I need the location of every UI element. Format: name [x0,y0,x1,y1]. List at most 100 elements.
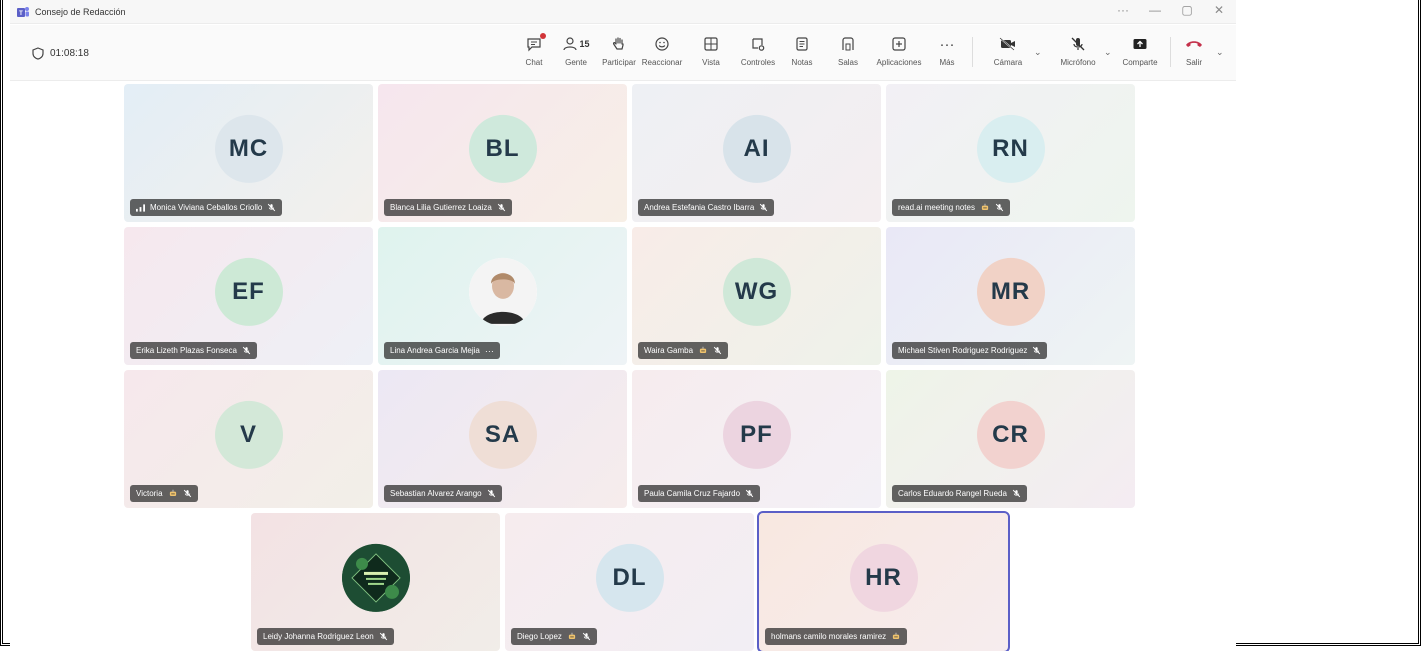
react-button[interactable]: Reaccionar [636,33,688,67]
mic-off-icon [379,632,387,641]
avatar-initials: SA [484,420,521,448]
participant-tile[interactable]: DL Diego Lopez [505,513,754,651]
avatar: PF [722,400,791,469]
participant-name-label: holmans camilo morales ramirez [765,628,908,645]
leave-button[interactable]: Salir [1168,33,1220,67]
window-controls: ··· — ▢ ✕ [1114,3,1228,17]
avatar: EF [214,257,283,326]
bot-icon [169,489,176,496]
profile-photo [468,257,537,326]
participant-name: Blanca Lilia Gutierrez Loaiza [390,203,492,212]
organization-logo [341,543,410,612]
camera-off-icon [999,37,1015,51]
avatar: MR [976,257,1045,326]
mic-off-icon [713,346,722,355]
participant-tile[interactable]: RN read.ai meeting notes [886,84,1135,222]
avatar: BL [468,114,537,183]
participant-tile[interactable]: BL Blanca Lilia Gutierrez Loaiza [378,84,627,222]
participant-tile[interactable]: SA Sebastian Alvarez Arango [378,370,627,508]
avatar-initials: WG [734,277,779,305]
avatar-initials: PF [740,420,773,448]
participant-name: Sebastian Alvarez Arango [390,489,482,498]
participant-tile[interactable]: V Victoria [124,370,373,508]
avatar-initials: HR [865,563,902,591]
participant-tile[interactable]: PF Paula Camila Cruz Fajardo [632,370,881,508]
bot-icon [568,632,576,639]
mic-off-icon [995,203,1004,212]
mic-button[interactable]: Micrófono [1052,33,1104,67]
meeting-toolbar: 01:08:18 Chat 15 Gente Participar Reacci… [10,25,1236,81]
more-button[interactable]: ··· Más [921,33,973,68]
ellipsis-icon: ··· [939,35,955,53]
add-app-icon [892,37,906,51]
participant-tile[interactable]: AI Andrea Estefania Castro Ibarra [632,84,881,222]
shield-icon [32,47,44,60]
notes-button[interactable]: Notas [776,33,828,67]
people-count: 15 [579,39,590,49]
participant-tile[interactable]: EF Erika Lizeth Plazas Fonseca [124,227,373,365]
mic-off-icon [760,203,768,212]
participant-name: Diego Lopez [517,632,562,641]
apps-button[interactable]: Aplicaciones [873,33,925,67]
mic-options-chevron-down-icon[interactable]: ⌄ [1104,47,1112,58]
signal-bars-icon [136,203,145,212]
mic-off-icon [497,203,506,212]
restore-icon[interactable]: ▢ [1178,3,1196,17]
teams-logo-icon: T [17,6,29,17]
close-icon[interactable]: ✕ [1210,3,1228,17]
window-title: Consejo de Redacción [35,6,126,17]
participant-tile[interactable]: HR holmans camilo morales ramirez [757,511,1010,651]
avatar [468,257,537,326]
notes-icon [796,37,808,51]
avatar: DL [595,543,664,612]
participant-name: Lina Andrea Garcia Mejia [390,346,480,355]
camera-options-chevron-down-icon[interactable]: ⌄ [1034,47,1042,58]
more-options-icon[interactable]: ··· [1114,3,1132,17]
svg-text:T: T [19,11,23,17]
leave-options-chevron-down-icon[interactable]: ⌄ [1216,47,1224,58]
mic-off-icon [582,632,591,641]
participant-name-label: Andrea Estefania Castro Ibarra [638,199,775,216]
avatar: WG [722,257,791,326]
mic-off-icon [268,203,276,212]
participant-tile[interactable]: Lina Andrea Garcia Mejia ··· [378,227,627,365]
avatar [341,543,410,612]
participant-name: Erika Lizeth Plazas Fonseca [136,346,237,355]
mic-off-icon [745,489,754,498]
avatar-initials: EF [232,277,265,305]
participant-tile[interactable]: CR Carlos Eduardo Rangel Rueda [886,370,1135,508]
participant-name-label: Lina Andrea Garcia Mejia ··· [384,342,500,359]
avatar: MC [214,114,283,183]
participant-tile[interactable]: MC Monica Viviana Ceballos Criollo [124,84,373,222]
share-button[interactable]: Comparte [1114,33,1166,67]
title-bar: T Consejo de Redacción ··· — ▢ ✕ [10,0,1236,24]
share-icon [1133,39,1147,49]
participant-name-label: Paula Camila Cruz Fajardo [638,485,761,502]
timer-text: 01:08:18 [50,48,89,59]
participant-tile[interactable]: MR Michael Stiven Rodriguez Rodriguez [886,227,1135,365]
mic-off-icon [1071,37,1085,51]
view-button[interactable]: Vista [685,33,737,67]
avatar-initials: MR [990,277,1031,305]
more-options-icon[interactable]: ··· [485,346,494,356]
controls-icon [752,38,765,51]
video-gallery: MC Monica Viviana Ceballos Criollo BL Blanc… [10,82,1236,651]
participant-name-label: Monica Viviana Ceballos Criollo [130,199,283,216]
avatar-initials: AI [743,134,770,162]
rooms-icon [842,37,854,51]
minimize-icon[interactable]: — [1146,3,1164,17]
participant-name: read.ai meeting notes [898,203,975,212]
participant-name: holmans camilo morales ramirez [771,632,887,641]
participant-tile[interactable]: Leidy Johanna Rodriguez Leon [251,513,500,651]
avatar: HR [849,543,918,612]
participant-name: Leidy Johanna Rodriguez Leon [263,632,374,641]
people-icon [563,37,578,51]
mic-off-icon [183,489,191,498]
participant-name-label: read.ai meeting notes [892,199,1010,216]
avatar-initials: RN [992,134,1029,162]
bot-icon [893,632,900,639]
participant-tile[interactable]: WG Waira Gamba [632,227,881,365]
rooms-button[interactable]: Salas [822,33,874,67]
participant-name: Waira Gamba [644,346,694,355]
camera-button[interactable]: Cámara [982,33,1034,67]
